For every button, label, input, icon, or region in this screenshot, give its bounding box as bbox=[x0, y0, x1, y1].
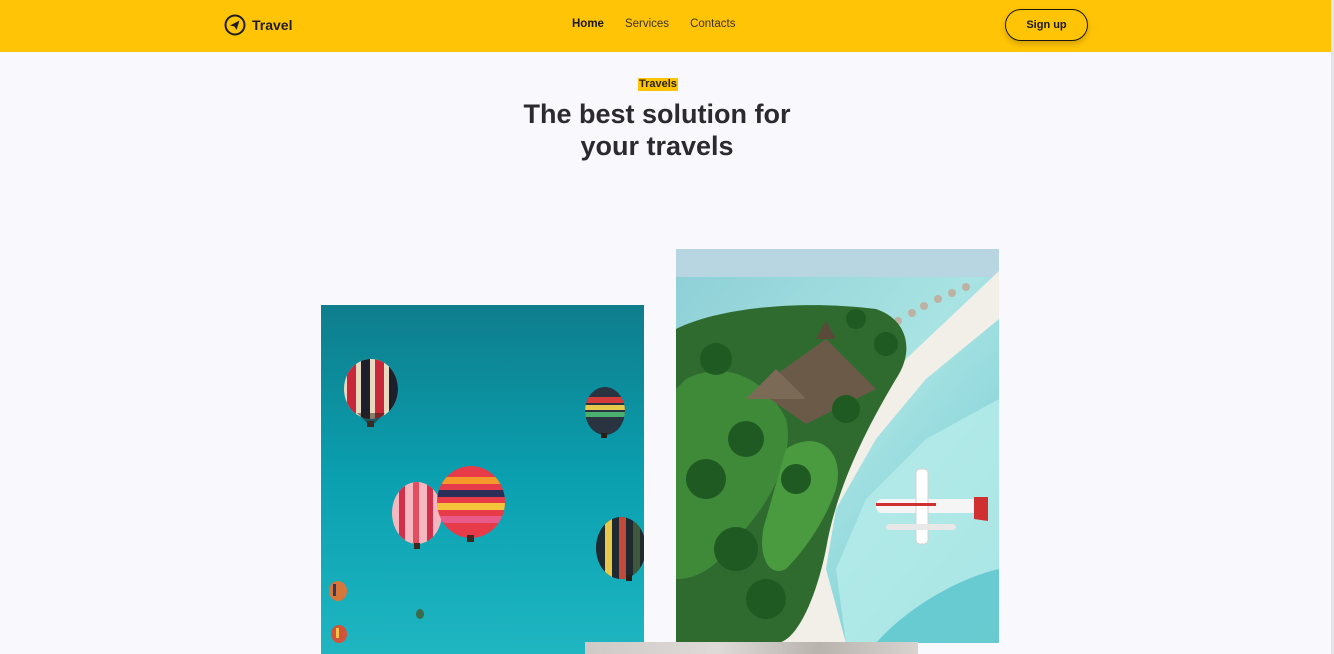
brand-name: Travel bbox=[252, 17, 293, 33]
hero-title-line-1: The best solution for bbox=[523, 99, 791, 129]
nav-home-link[interactable]: Home bbox=[572, 17, 604, 31]
island-photo bbox=[676, 249, 999, 643]
hero-title: The best solution for your travels bbox=[467, 98, 847, 162]
nav-contacts-link[interactable]: Contacts bbox=[690, 17, 735, 31]
hero-title-line-2: your travels bbox=[580, 131, 734, 161]
hero-tag: Travels bbox=[638, 78, 678, 91]
main-nav: Home Services Contacts bbox=[572, 17, 735, 31]
paper-plane-icon bbox=[224, 14, 246, 36]
brand-logo[interactable]: Travel bbox=[224, 13, 292, 37]
signup-button[interactable]: Sign up bbox=[1005, 9, 1088, 41]
nav-services-link[interactable]: Services bbox=[625, 17, 669, 31]
balloons-photo bbox=[321, 305, 644, 654]
top-navbar: Travel Home Services Contacts Sign up bbox=[0, 0, 1334, 52]
bottom-photo-partial bbox=[585, 642, 918, 654]
